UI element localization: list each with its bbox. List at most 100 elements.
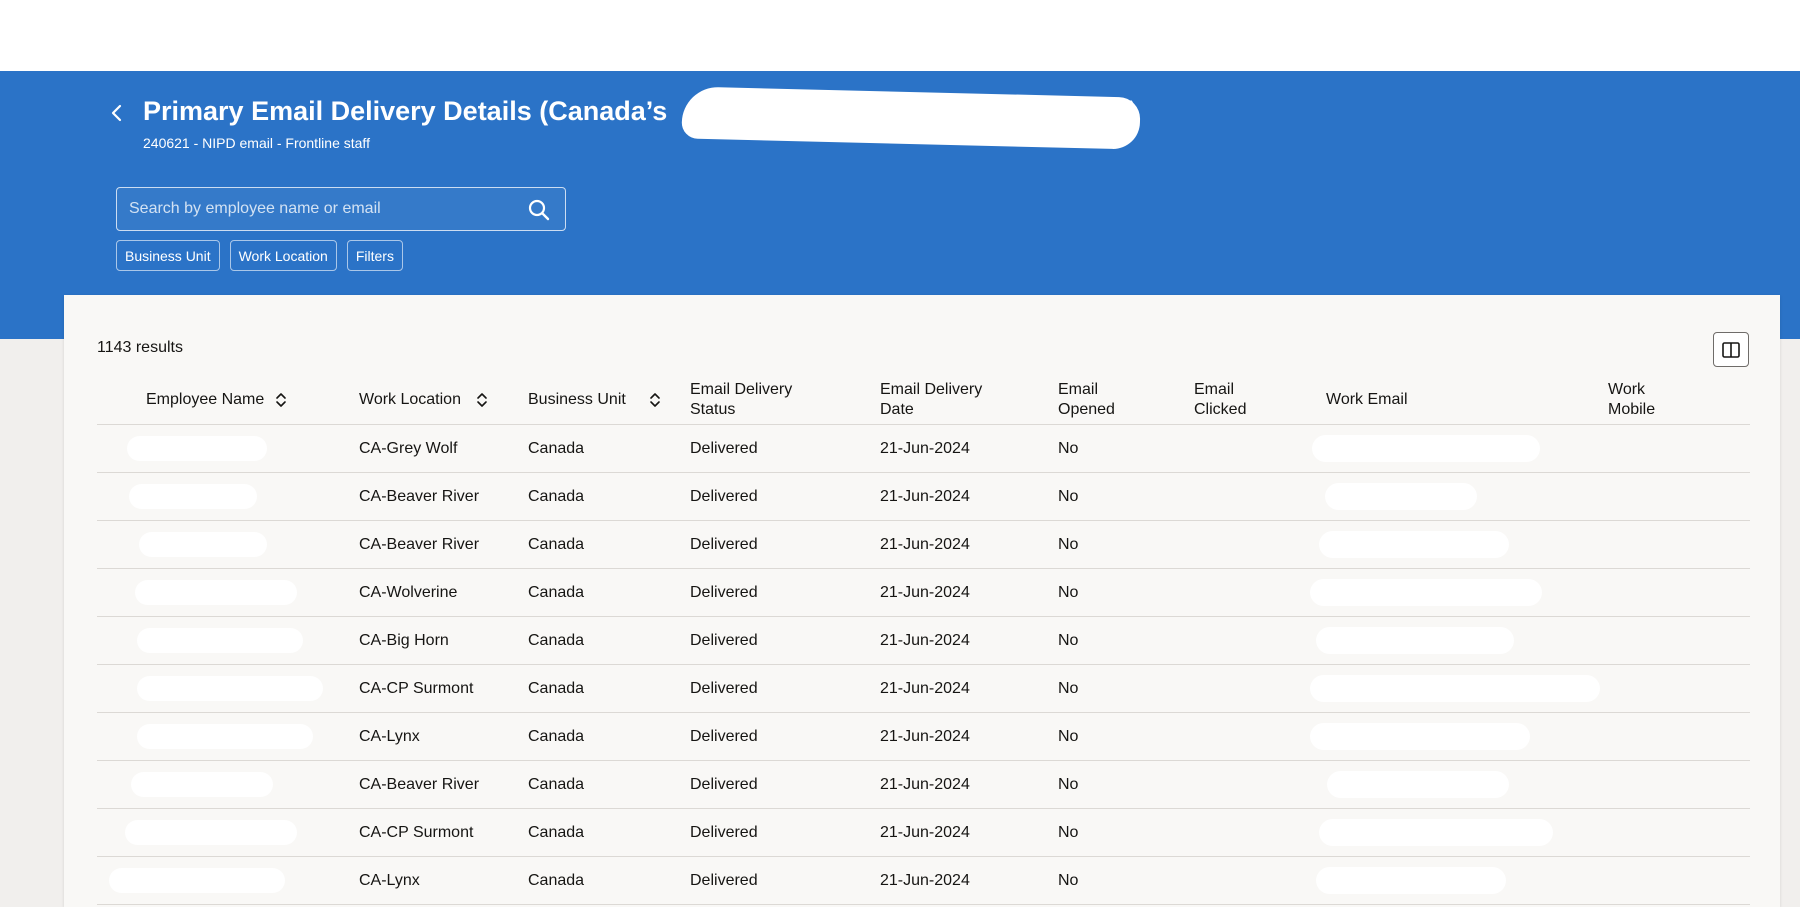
cell-work-location: CA-Grey Wolf [359,440,458,457]
work-location-filter-button[interactable]: Work Location [229,240,337,271]
cell-opened: No [1058,680,1079,697]
redaction-mark [1310,579,1542,606]
table-row[interactable]: CA-Beaver River Canada Delivered 21-Jun-202… [97,473,1750,521]
cell-business-unit: Canada [528,776,585,793]
redaction-mark [135,580,297,605]
cell-business-unit: Canada [528,680,585,697]
back-button[interactable] [104,100,130,126]
redaction-mark [1316,867,1506,894]
cell-business-unit: Canada [528,584,585,601]
top-bar [0,0,1800,71]
delivery-table: Employee Name Work Location Business Uni… [97,375,1750,905]
cell-opened: No [1058,872,1079,889]
cell-delivery-status: Delivered [690,488,758,505]
cell-work-location: CA-Beaver River [359,536,480,553]
redaction-mark [129,484,257,509]
sort-icon[interactable] [475,391,489,409]
cell-delivery-date: 21-Jun-2024 [880,872,970,889]
table-row[interactable]: CA-CP Surmont Canada Delivered 21-Jun-2024 N… [97,809,1750,857]
business-unit-filter-button[interactable]: Business Unit [116,240,220,271]
cell-work-location: CA-Beaver River [359,776,480,793]
sort-icon[interactable] [648,391,662,409]
results-card: 1143 results Employee Name Work Location… [64,295,1780,907]
redaction-mark [1310,675,1600,702]
cell-delivery-status: Delivered [690,776,758,793]
cell-delivery-status: Delivered [690,680,758,697]
table-row[interactable]: CA-Beaver River Canada Delivered 21-Jun-202… [97,761,1750,809]
redaction-mark [139,532,267,557]
cell-business-unit: Canada [528,824,585,841]
col-business-unit[interactable]: Business Unit [528,375,662,425]
table-header: Employee Name Work Location Business Uni… [97,375,1750,425]
cell-opened: No [1058,488,1079,505]
cell-opened: No [1058,632,1079,649]
cell-business-unit: Canada [528,728,585,745]
cell-delivery-date: 21-Jun-2024 [880,536,970,553]
column-layout-button[interactable] [1713,332,1749,367]
cell-work-location: CA-Beaver River [359,488,480,505]
cell-opened: No [1058,440,1079,457]
table-row[interactable]: CA-Grey Wolf Canada Delivered 21-Jun-2024 No [97,425,1750,473]
cell-delivery-status: Delivered [690,728,758,745]
cell-delivery-status: Delivered [690,440,758,457]
table-row[interactable]: CA-Big Horn Canada Delivered 21-Jun-2024 No [97,617,1750,665]
table-row[interactable]: CA-Wolverine Canada Delivered 21-Jun-2024 No [97,569,1750,617]
redaction-mark [137,724,313,749]
page-subtitle: 240621 - NIPD email - Frontline staff [143,135,370,151]
table-row[interactable]: CA-CP Surmont Canada Delivered 21-Jun-2024 N… [97,665,1750,713]
redaction-mark [131,772,273,797]
cell-delivery-date: 21-Jun-2024 [880,680,970,697]
col-email-delivery-date: Email Delivery Date [880,381,983,418]
cell-delivery-status: Delivered [690,872,758,889]
cell-business-unit: Canada [528,440,585,457]
redaction-mark [125,820,297,845]
cell-delivery-status: Delivered [690,584,758,601]
sort-icon[interactable] [274,391,288,409]
cell-delivery-date: 21-Jun-2024 [880,728,970,745]
page-title: Primary Email Delivery Details (Canada’s [143,96,668,126]
cell-work-location: CA-CP Surmont [359,824,474,841]
cell-delivery-date: 21-Jun-2024 [880,488,970,505]
filters-button[interactable]: Filters [346,240,403,271]
cell-delivery-date: 21-Jun-2024 [880,632,970,649]
cell-work-location: CA-CP Surmont [359,680,474,697]
redaction-mark [109,868,285,893]
cell-work-location: CA-Big Horn [359,632,449,649]
cell-delivery-status: Delivered [690,632,758,649]
redaction-mark [127,436,267,461]
cell-delivery-date: 21-Jun-2024 [880,776,970,793]
col-work-email: Work Email [1326,391,1408,408]
col-work-location[interactable]: Work Location [359,375,489,425]
column-layout-icon [1722,341,1740,358]
cell-business-unit: Canada [528,536,585,553]
filter-chips: Business Unit Work Location Filters [116,240,403,271]
results-count: 1143 results [97,339,183,356]
cell-business-unit: Canada [528,488,585,505]
cell-opened: No [1058,536,1079,553]
cell-business-unit: Canada [528,632,585,649]
redaction-mark [1316,627,1514,654]
cell-delivery-date: 21-Jun-2024 [880,440,970,457]
redaction-mark [1327,771,1509,798]
cell-work-location: CA-Wolverine [359,584,458,601]
redaction-mark [1319,819,1553,846]
cell-delivery-status: Delivered [690,824,758,841]
table-row[interactable]: CA-Lynx Canada Delivered 21-Jun-2024 No [97,857,1750,905]
cell-delivery-status: Delivered [690,536,758,553]
redaction-mark [137,676,323,701]
col-work-mobile: Work Mobile [1608,381,1656,418]
redaction-mark [1325,483,1477,510]
cell-delivery-date: 21-Jun-2024 [880,584,970,601]
col-email-clicked: Email Clicked [1194,381,1247,418]
redaction-mark [1312,435,1540,462]
col-email-delivery-status: Email Delivery Status [690,381,793,418]
table-row[interactable]: CA-Beaver River Canada Delivered 21-Jun-202… [97,521,1750,569]
col-employee-name[interactable]: Employee Name [146,375,288,425]
table-row[interactable]: CA-Lynx Canada Delivered 21-Jun-2024 No [97,713,1750,761]
cell-opened: No [1058,824,1079,841]
page-title-suffix: ) [1128,96,1137,126]
cell-opened: No [1058,728,1079,745]
search-icon[interactable] [527,198,551,222]
search-input[interactable] [129,188,519,230]
table-body: CA-Grey Wolf Canada Delivered 21-Jun-2024 No… [97,425,1750,905]
